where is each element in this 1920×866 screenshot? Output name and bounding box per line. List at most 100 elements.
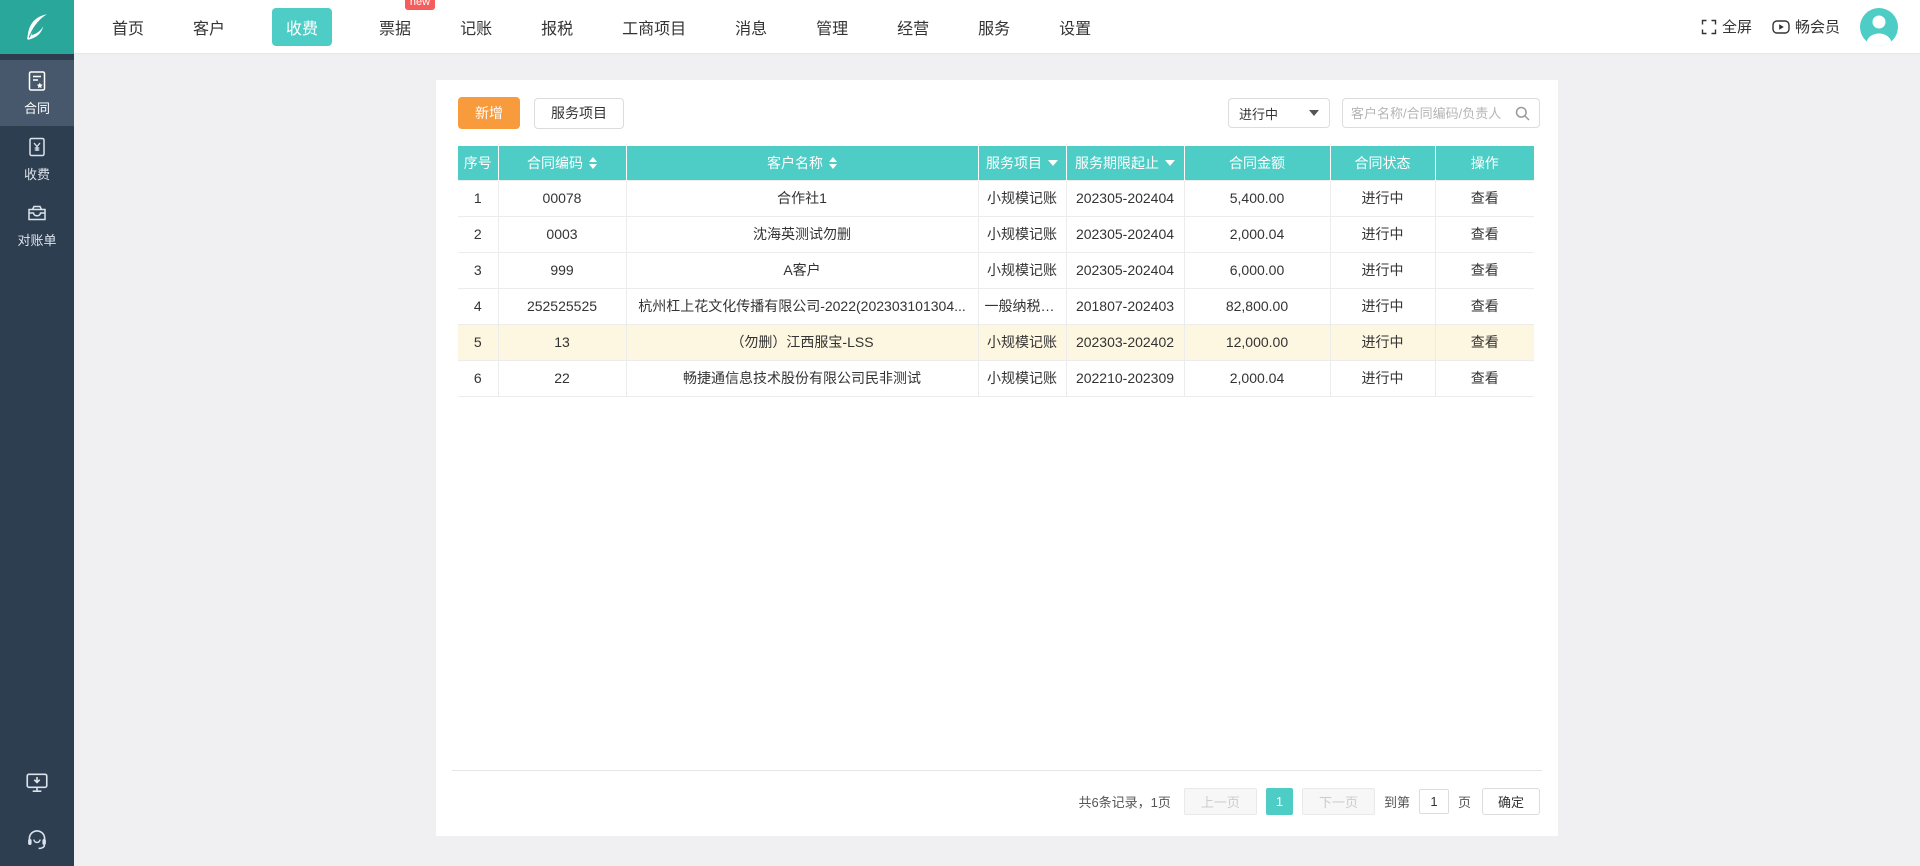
fullscreen-icon (1701, 19, 1717, 35)
cell-code: 999 (497, 251, 627, 289)
goto-suffix-label: 页 (1457, 795, 1471, 810)
customer-support-icon[interactable] (24, 826, 50, 852)
feather-logo-icon (20, 10, 54, 44)
sidebar-item-contracts-label: 合同 (23, 101, 50, 116)
view-link[interactable]: 查看 (1471, 190, 1499, 206)
cell-amount: 2,000.04 (1183, 215, 1331, 253)
nav-item-management[interactable]: 管理 (814, 8, 850, 46)
sidebar-item-fees-label: 收费 (23, 167, 50, 182)
table-row[interactable]: 4 252525525 杭州杠上花文化传播有限公司-2022(202303101… (458, 287, 1534, 325)
cell-period: 202305-202404 (1065, 215, 1185, 253)
view-link[interactable]: 查看 (1471, 334, 1499, 350)
cell-code: 13 (497, 323, 627, 361)
cell-status: 进行中 (1329, 359, 1436, 397)
col-header-period[interactable]: 服务期限起止 (1066, 146, 1185, 180)
search-input[interactable] (1351, 105, 1514, 121)
cell-customer: 杭州杠上花文化传播有限公司-2022(202303101304... (625, 287, 979, 325)
cell-period: 201807-202403 (1065, 287, 1185, 325)
col-header-amount: 合同金额 (1184, 146, 1331, 180)
cell-status: 进行中 (1329, 287, 1436, 325)
cell-amount: 6,000.00 (1183, 251, 1331, 289)
filter-icon (1165, 159, 1175, 166)
cell-index: 4 (458, 287, 499, 325)
app-logo[interactable] (0, 0, 74, 54)
goto-prefix-label: 到第 (1383, 795, 1410, 810)
cell-index: 5 (458, 323, 499, 361)
cell-amount: 82,800.00 (1183, 287, 1331, 325)
nav-item-tax[interactable]: 报税 (539, 8, 575, 46)
fee-icon (25, 135, 49, 159)
sidebar-item-contracts[interactable]: 合同 (0, 60, 74, 126)
nav-item-messages[interactable]: 消息 (733, 8, 769, 46)
contract-icon (25, 69, 49, 93)
cell-amount: 5,400.00 (1183, 179, 1331, 217)
content-card: 新增 服务项目 进行中 序号 合同编码 客户名称 服务项 (436, 80, 1558, 836)
goto-page-input[interactable] (1418, 789, 1449, 814)
statement-icon (25, 201, 49, 225)
member-label: 畅会员 (1794, 19, 1840, 36)
topbar-right: 全屏 畅会员 (1701, 7, 1920, 46)
prev-page-button[interactable]: 上一页 (1183, 788, 1257, 815)
table-header-row: 序号 合同编码 客户名称 服务项目 服务期限起止 合同金额 合同状态 操作 (458, 146, 1534, 180)
sidebar-item-statements[interactable]: 对账单 (0, 192, 74, 258)
cell-status: 进行中 (1329, 215, 1436, 253)
top-bar: 首页 客户 收费 票据 new 记账 报税 工商项目 消息 管理 经营 服务 设… (0, 0, 1920, 54)
col-header-code[interactable]: 合同编码 (498, 146, 627, 180)
cell-index: 2 (458, 215, 499, 253)
cell-customer: 畅捷通信息技术股份有限公司民非测试 (625, 359, 979, 397)
cell-period: 202305-202404 (1065, 251, 1185, 289)
nav-item-fees[interactable]: 收费 (272, 7, 333, 46)
contracts-table: 序号 合同编码 客户名称 服务项目 服务期限起止 合同金额 合同状态 操作 1 … (458, 146, 1534, 397)
service-items-button[interactable]: 服务项目 (534, 97, 624, 129)
table-row[interactable]: 6 22 畅捷通信息技术股份有限公司民非测试 小规模记账 202210-2023… (458, 359, 1534, 397)
table-row[interactable]: 1 00078 合作社1 小规模记账 202305-202404 5,400.0… (458, 179, 1534, 217)
col-header-customer[interactable]: 客户名称 (626, 146, 979, 180)
add-button[interactable]: 新增 (458, 97, 520, 129)
table-row[interactable]: 2 0003 沈海英测试勿删 小规模记账 202305-202404 2,000… (458, 215, 1534, 253)
cell-code: 00078 (497, 179, 627, 217)
confirm-button[interactable]: 确定 (1481, 788, 1540, 815)
nav-item-business-projects[interactable]: 工商项目 (620, 8, 688, 46)
nav-item-services[interactable]: 服务 (976, 8, 1012, 46)
status-filter-select[interactable]: 进行中 (1228, 98, 1330, 128)
view-link[interactable]: 查看 (1471, 370, 1499, 386)
nav-item-bookkeeping[interactable]: 记账 (458, 8, 494, 46)
client-download-icon[interactable] (24, 770, 50, 796)
view-link[interactable]: 查看 (1471, 262, 1499, 278)
sidebar-item-fees[interactable]: 收费 (0, 126, 74, 192)
cell-period: 202210-202309 (1065, 359, 1185, 397)
chevron-down-icon (1309, 110, 1319, 116)
cell-service: 一般纳税人... (977, 287, 1067, 325)
new-badge: new (404, 0, 436, 10)
nav-item-settings[interactable]: 设置 (1057, 8, 1093, 46)
cell-service: 小规模记账 (977, 323, 1067, 361)
cell-customer: A客户 (625, 251, 979, 289)
cell-status: 进行中 (1329, 323, 1436, 361)
user-avatar[interactable] (1860, 7, 1898, 46)
next-page-button[interactable]: 下一页 (1301, 788, 1375, 815)
cell-customer: 合作社1 (625, 179, 979, 217)
cell-code: 0003 (497, 215, 627, 253)
table-row-highlighted[interactable]: 5 13 （勿删）江西服宝-LSS 小规模记账 202303-202402 12… (458, 323, 1534, 361)
nav-item-home[interactable]: 首页 (110, 8, 146, 46)
cell-code: 252525525 (497, 287, 627, 325)
view-link[interactable]: 查看 (1471, 298, 1499, 314)
cell-amount: 2,000.04 (1183, 359, 1331, 397)
nav-item-customers[interactable]: 客户 (191, 8, 227, 46)
table-row[interactable]: 3 999 A客户 小规模记账 202305-202404 6,000.00 进… (458, 251, 1534, 289)
nav-item-invoices-label: 票据 (379, 20, 412, 38)
sidebar: 合同 收费 对账单 (0, 54, 74, 866)
current-page-button[interactable]: 1 (1265, 788, 1293, 815)
nav-item-invoices[interactable]: 票据 new (377, 0, 436, 46)
footer-divider (452, 770, 1542, 771)
cell-period: 202303-202402 (1065, 323, 1185, 361)
view-link[interactable]: 查看 (1471, 226, 1499, 242)
cell-service: 小规模记账 (977, 215, 1067, 253)
member-button[interactable]: 畅会员 (1772, 16, 1840, 37)
search-box (1342, 98, 1540, 128)
fullscreen-button[interactable]: 全屏 (1701, 16, 1752, 37)
cell-index: 6 (458, 359, 499, 397)
cell-service: 小规模记账 (977, 359, 1067, 397)
col-header-service[interactable]: 服务项目 (978, 146, 1067, 180)
nav-item-operations[interactable]: 经营 (895, 8, 931, 46)
